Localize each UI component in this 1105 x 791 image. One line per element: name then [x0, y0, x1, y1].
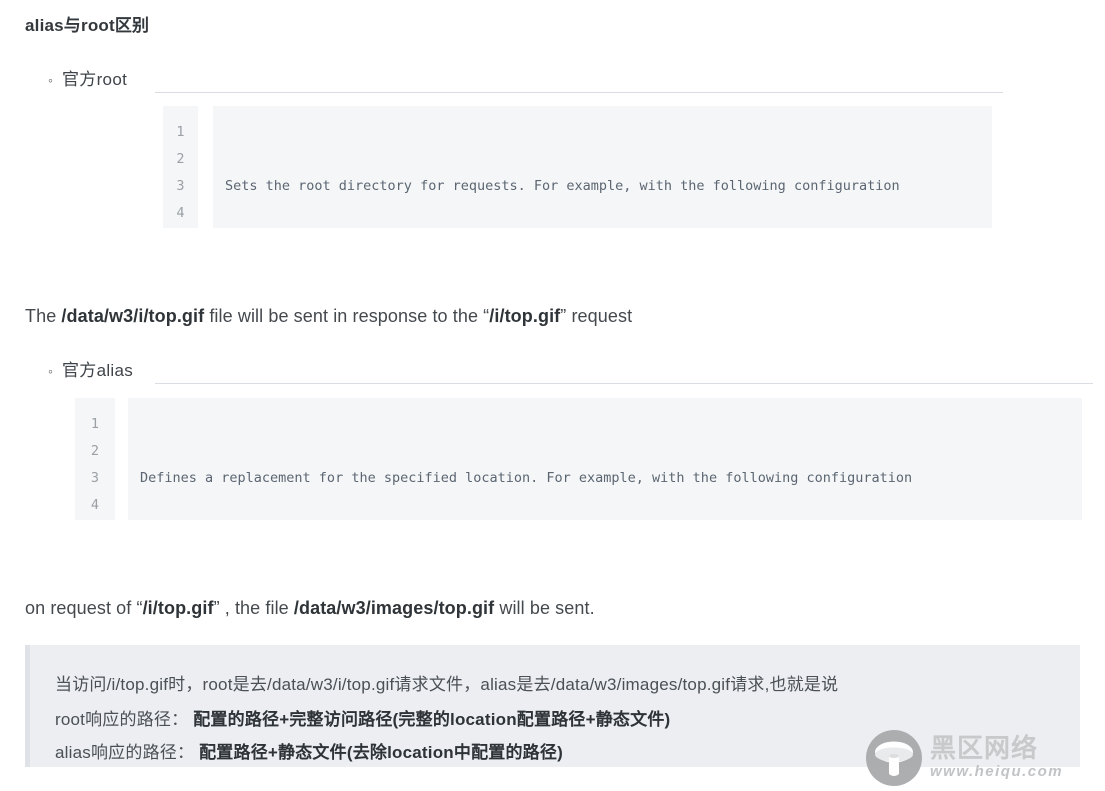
paragraph-root-result: The /data/w3/i/top.gif file will be sent…	[25, 306, 632, 327]
watermark-text: 黑区网络 www.heiqu.com	[930, 733, 1064, 781]
path-root-file: /data/w3/i/top.gif	[61, 306, 205, 326]
line-number: 2	[176, 151, 185, 167]
section-heading-root: ◦ 官方root	[48, 65, 127, 90]
path-alias-request: /i/top.gif	[142, 598, 214, 618]
divider-alias	[155, 383, 1093, 384]
bullet-circle-icon: ◦	[48, 72, 53, 88]
mushroom-icon	[866, 730, 922, 786]
code-content-root[interactable]: Sets the root directory for requests. Fo…	[213, 106, 992, 228]
text-run: file will be sent in response to the “	[204, 306, 490, 326]
page-title: alias与root区别	[25, 16, 150, 35]
note-line-root: root响应的路径： 配置的路径+完整访问路径(完整的location配置路径+…	[55, 705, 670, 730]
path-alias-file: /data/w3/images/top.gif	[293, 598, 495, 618]
divider-root	[155, 92, 1003, 93]
text-run: will be sent.	[494, 598, 595, 618]
line-number: 4	[90, 497, 100, 513]
path-root-request: /i/top.gif	[489, 306, 561, 326]
line-number: 4	[176, 205, 185, 221]
code-block-alias: 1 2 3 4 Defines a replacement for the sp…	[75, 398, 1082, 520]
watermark-url: www.heiqu.com	[930, 763, 1064, 781]
paragraph-alias-result: on request of “/i/top.gif” , the file /d…	[25, 598, 595, 619]
section-label-alias: 官方alias	[62, 361, 134, 380]
note-root-value: 配置的路径+完整访问路径(完整的location配置路径+静态文件)	[193, 710, 671, 729]
code-gutter-gap	[198, 106, 213, 228]
line-number: 3	[90, 470, 100, 486]
watermark: 黑区网络 www.heiqu.com	[866, 728, 1096, 788]
note-alias-value: 配置路径+静态文件(去除location中配置的路径)	[199, 743, 563, 762]
section-label-root: 官方root	[62, 70, 128, 89]
bullet-circle-icon: ◦	[48, 363, 53, 379]
code-gutter-gap	[115, 398, 128, 520]
section-heading-alias: ◦ 官方alias	[48, 356, 133, 381]
text-run: ” request	[560, 306, 633, 326]
code-line: Sets the root directory for requests. Fo…	[225, 178, 900, 194]
code-line: Defines a replacement for the specified …	[140, 470, 913, 486]
text-run: ” , the file	[213, 598, 294, 618]
code-block-root: 1 2 3 4 Sets the root directory for requ…	[163, 106, 992, 228]
note-line-alias: alias响应的路径： 配置路径+静态文件(去除location中配置的路径)	[55, 738, 563, 763]
code-gutter-alias: 1 2 3 4	[75, 398, 115, 520]
note-line-1: 当访问/i/top.gif时，root是去/data/w3/i/top.gif请…	[55, 675, 839, 694]
text-run: The	[25, 306, 62, 326]
watermark-brand: 黑区网络	[930, 733, 1039, 764]
line-number: 1	[176, 124, 185, 140]
code-content-alias[interactable]: Defines a replacement for the specified …	[128, 398, 1082, 520]
code-gutter-root: 1 2 3 4	[163, 106, 198, 228]
line-number: 3	[176, 178, 185, 194]
note-root-label: root响应的路径：	[55, 710, 189, 729]
line-number: 2	[90, 443, 100, 459]
text-run: on request of “	[25, 598, 143, 618]
line-number: 1	[90, 416, 100, 432]
note-alias-label: alias响应的路径：	[55, 743, 195, 762]
